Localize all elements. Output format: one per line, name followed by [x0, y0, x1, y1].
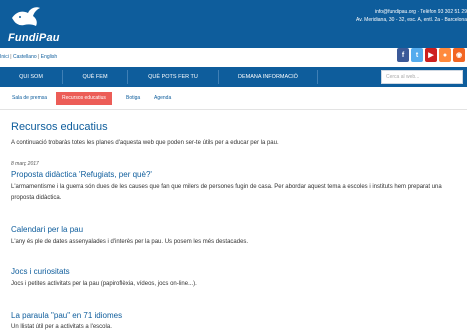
article-date: 8 març 2017 — [11, 161, 39, 167]
subnav-recursos-educatius[interactable]: Recursos educatius — [56, 92, 112, 105]
flickr-icon[interactable]: ● — [439, 48, 451, 62]
site-header: FundiPau info@fundipau.org · Telèfon 93 … — [0, 0, 467, 48]
sub-nav: Sala de premsa Recursos educatius Botiga… — [0, 88, 467, 110]
social-icons: f t ▶ ● ◉ — [397, 48, 465, 64]
nav-que-fem[interactable]: QUÈ FEM — [63, 67, 127, 87]
youtube-icon[interactable]: ▶ — [425, 48, 437, 62]
subnav-sala-de-premsa[interactable]: Sala de premsa — [6, 92, 53, 105]
dove-icon — [12, 7, 40, 26]
english-link[interactable]: English — [41, 54, 57, 60]
twitter-icon[interactable]: t — [411, 48, 423, 62]
article-title[interactable]: La paraula "pau" en 71 idiomes — [11, 311, 122, 320]
contact-line-1[interactable]: info@fundipau.org · Telèfon 93 302 51 29 — [327, 8, 467, 16]
nav-que-pots-fer-tu[interactable]: QUÈ POTS FER TU — [128, 67, 218, 87]
page-title: Recursos educatius — [11, 121, 108, 133]
search-input[interactable]: Cerca al web... — [381, 70, 463, 84]
article-title[interactable]: Proposta didàctica 'Refugiats, per què?' — [11, 170, 152, 179]
subnav-agenda[interactable]: Agenda — [148, 92, 177, 105]
article-text: Jocs i petites activitats per la pau (pa… — [11, 281, 197, 287]
nav-divider — [317, 70, 318, 84]
rss-icon[interactable]: ◉ — [453, 48, 465, 62]
castellano-link[interactable]: Castellano — [13, 54, 37, 60]
intro-text: A continuació trobaràs totes les planes … — [11, 140, 279, 146]
article-title[interactable]: Calendari per la pau — [11, 225, 83, 234]
logo-text: FundiPau — [8, 32, 60, 44]
subnav-botiga[interactable]: Botiga — [120, 92, 146, 105]
home-link[interactable]: Inici — [0, 54, 9, 60]
separator: | — [10, 54, 12, 60]
contact-info: info@fundipau.org · Telèfon 93 302 51 29… — [327, 8, 467, 24]
article-text: L'any és ple de dates assenyalades i d'i… — [11, 239, 249, 245]
language-bar: Inici | Castellano | English — [0, 54, 57, 60]
logo[interactable]: FundiPau — [6, 4, 66, 46]
facebook-icon[interactable]: f — [397, 48, 409, 62]
article-title[interactable]: Jocs i curiositats — [11, 267, 70, 276]
nav-demana-informacio[interactable]: DEMANA INFORMACIÓ — [219, 67, 317, 87]
nav-qui-som[interactable]: QUI SOM — [0, 67, 62, 87]
article-text: Un llistat útil per a activitats a l'esc… — [11, 324, 112, 330]
main-nav: QUI SOM QUÈ FEM QUÈ POTS FER TU DEMANA I… — [0, 67, 467, 87]
article-text: L'armamentisme i la guerra són dues de l… — [11, 184, 442, 201]
separator: | — [38, 54, 40, 60]
contact-line-2: Av. Meridiana, 30 - 32, esc. A, entl. 2a… — [356, 17, 467, 23]
